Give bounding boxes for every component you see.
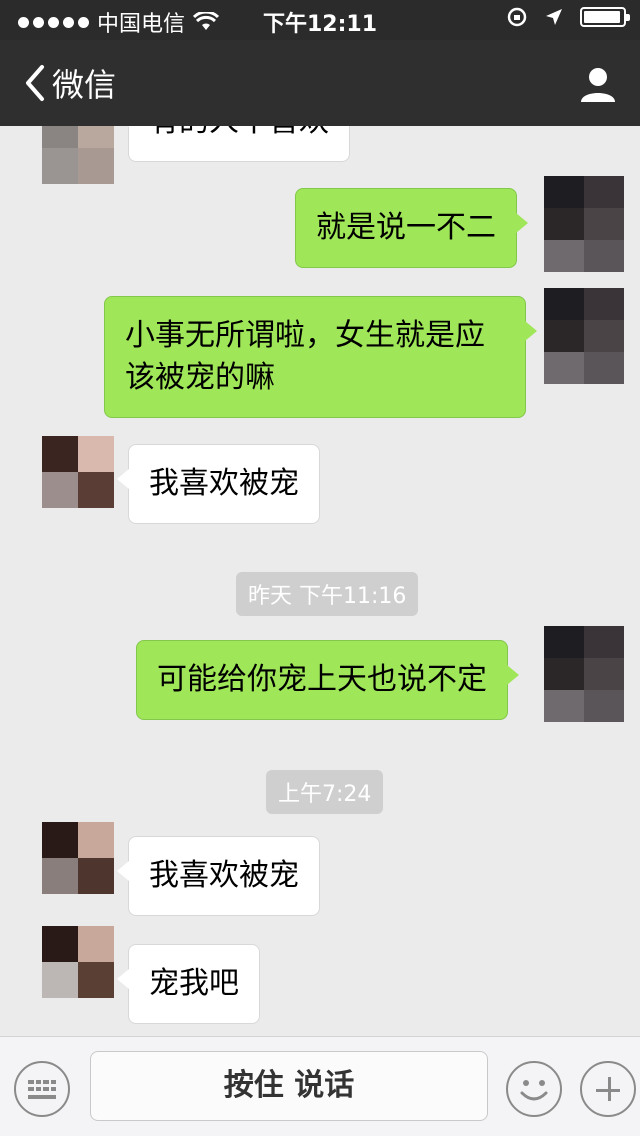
location-icon xyxy=(546,9,562,25)
message-bubble-outgoing[interactable]: 小事无所谓啦，女生就是应该被宠的嘛 xyxy=(104,296,537,418)
message-bubble-incoming[interactable]: 有的人不喜欢 xyxy=(117,126,350,162)
keyboard-icon[interactable] xyxy=(14,1061,70,1117)
contact-avatar[interactable] xyxy=(42,926,114,998)
my-avatar[interactable] xyxy=(544,176,624,272)
timestamp: 上午7:24 xyxy=(266,770,384,814)
message-bubble-incoming[interactable]: 我喜欢被宠 xyxy=(117,444,320,524)
battery-icon xyxy=(580,7,630,27)
status-bar: 中国电信 下午12:11 xyxy=(0,0,640,40)
contact-avatar[interactable] xyxy=(42,436,114,508)
message-bubble-incoming[interactable]: 宠我吧 xyxy=(117,944,260,1024)
contact-avatar[interactable] xyxy=(42,822,114,894)
smiley-face-icon xyxy=(520,1080,548,1101)
my-avatar[interactable] xyxy=(544,626,624,722)
status-right xyxy=(506,6,630,28)
chevron-left-icon xyxy=(26,65,44,101)
plus-icon[interactable] xyxy=(580,1061,636,1117)
person-icon[interactable] xyxy=(578,64,618,104)
back-button[interactable]: 微信 xyxy=(22,60,116,106)
nav-bar: 微信 xyxy=(0,40,640,126)
my-avatar[interactable] xyxy=(544,288,624,384)
back-label: 微信 xyxy=(52,66,117,104)
rotation-lock-icon xyxy=(507,7,527,27)
contact-avatar[interactable] xyxy=(42,126,114,184)
input-bar: 按住 说话 xyxy=(0,1036,640,1136)
message-bubble-outgoing[interactable]: 就是说一不二 xyxy=(295,188,528,268)
message-bubble-incoming[interactable]: 我喜欢被宠 xyxy=(117,836,320,916)
chat-area[interactable]: 有的人不喜欢 就是说一不二 小事无所谓啦，女生就是应该被宠的嘛 我喜欢被宠 昨天… xyxy=(0,126,640,1036)
emoji-icon[interactable] xyxy=(506,1061,562,1117)
timestamp: 昨天 下午11:16 xyxy=(236,572,419,616)
hold-to-talk-button[interactable]: 按住 说话 xyxy=(90,1051,488,1121)
message-bubble-outgoing[interactable]: 可能给你宠上天也说不定 xyxy=(136,640,519,720)
